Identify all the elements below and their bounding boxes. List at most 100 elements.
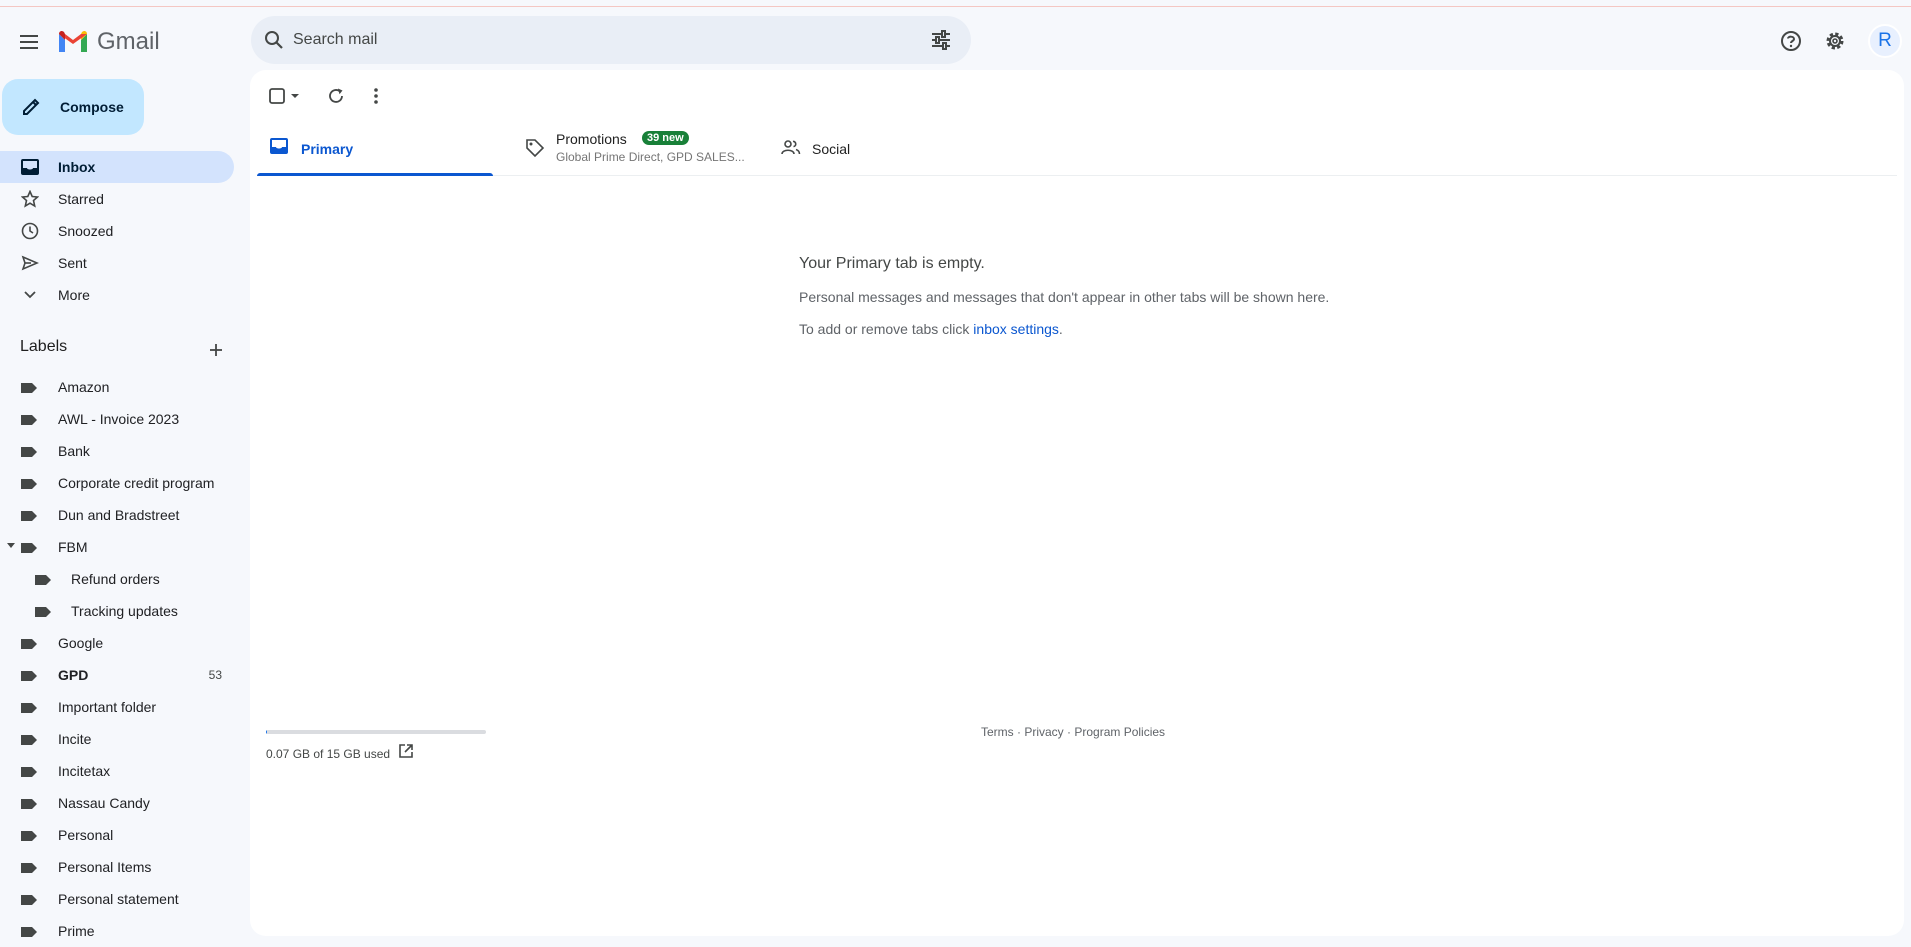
sidebar-label-personal[interactable]: Personal: [0, 819, 234, 851]
sidebar-label-dun-and-bradstreet[interactable]: Dun and Bradstreet: [0, 499, 234, 531]
pencil-icon: [23, 98, 40, 115]
avatar[interactable]: R: [1868, 24, 1902, 58]
refresh-icon[interactable]: [324, 84, 348, 108]
sidebar-item-label: Snoozed: [58, 223, 114, 239]
sidebar-label-fbm[interactable]: FBM: [0, 531, 234, 563]
empty-state: Your Primary tab is empty. Personal mess…: [799, 255, 1329, 353]
category-tabs: Primary Promotions 39 new Global Prime D…: [257, 120, 1897, 176]
compose-button[interactable]: Compose: [2, 79, 144, 135]
sidebar-label-text: Tracking updates: [71, 603, 178, 619]
sidebar-item-inbox[interactable]: Inbox: [0, 151, 234, 183]
privacy-link[interactable]: Privacy: [1024, 725, 1063, 739]
expand-caret-icon[interactable]: [7, 543, 15, 548]
program-policies-link[interactable]: Program Policies: [1074, 725, 1165, 739]
star-icon: [20, 189, 40, 209]
search-icon[interactable]: [262, 28, 286, 52]
help-icon[interactable]: [1776, 26, 1806, 56]
menu-icon[interactable]: [14, 26, 46, 58]
tab-label: Primary: [301, 141, 354, 157]
gmail-logo[interactable]: Gmail: [57, 28, 160, 56]
empty-settings-hint: To add or remove tabs click inbox settin…: [799, 321, 1329, 337]
sidebar-item-sent[interactable]: Sent: [0, 247, 234, 279]
sidebar-label-text: Nassau Candy: [58, 795, 150, 811]
checkbox-icon: [269, 88, 299, 104]
search-input[interactable]: [293, 28, 893, 52]
sidebar-label-incitetax[interactable]: Incitetax: [0, 755, 234, 787]
send-icon: [20, 253, 40, 273]
label-icon: [20, 669, 38, 681]
tab-social[interactable]: Social: [768, 120, 1004, 176]
chevron-down-icon: [20, 285, 40, 305]
people-icon: [781, 138, 801, 158]
sidebar-item-starred[interactable]: Starred: [0, 183, 234, 215]
label-icon: [20, 509, 38, 521]
sidebar-label-corporate-credit-program[interactable]: Corporate credit program: [0, 467, 234, 499]
sidebar-label-text: Personal statement: [58, 891, 179, 907]
label-icon: [20, 701, 38, 713]
footer-links: Terms · Privacy · Program Policies: [981, 725, 1165, 739]
sidebar-label-bank[interactable]: Bank: [0, 435, 234, 467]
label-icon: [20, 829, 38, 841]
terms-link[interactable]: Terms: [981, 725, 1014, 739]
empty-heading: Your Primary tab is empty.: [799, 255, 985, 272]
inbox-icon: [20, 157, 40, 177]
inbox-settings-link[interactable]: inbox settings: [973, 321, 1059, 337]
tag-icon: [525, 138, 545, 158]
storage-fill: [266, 730, 268, 734]
sidebar-item-label: Sent: [58, 255, 87, 271]
sidebar-label-incite[interactable]: Incite: [0, 723, 234, 755]
sidebar-item-more[interactable]: More: [0, 279, 234, 311]
tab-promotions[interactable]: Promotions 39 new Global Prime Direct, G…: [512, 120, 748, 176]
tune-icon[interactable]: [929, 28, 953, 52]
more-vert-icon[interactable]: [364, 84, 388, 108]
hint-prefix: To add or remove tabs click: [799, 321, 974, 337]
sidebar-label-text: Corporate credit program: [58, 475, 215, 491]
sidebar-label-refund-orders[interactable]: Refund orders: [0, 563, 234, 595]
settings-icon[interactable]: [1820, 26, 1850, 56]
sidebar-label-awl-invoice-2023[interactable]: AWL - Invoice 2023: [0, 403, 234, 435]
sidebar-label-text: Important folder: [58, 699, 157, 715]
tab-label: Promotions: [556, 131, 627, 147]
label-icon: [20, 733, 38, 745]
separator: ·: [1063, 725, 1075, 739]
tab-senders-snippet: Global Prime Direct, GPD SALES...: [556, 150, 745, 164]
tab-label: Social: [812, 141, 851, 157]
sidebar-label-text: Personal: [58, 827, 114, 843]
label-icon: [34, 605, 52, 617]
label-icon: [20, 445, 38, 457]
sidebar-label-text: Personal Items: [58, 859, 152, 875]
sidebar-label-text: Incite: [58, 731, 92, 747]
sidebar-label-google[interactable]: Google: [0, 627, 234, 659]
sidebar-label-text: Amazon: [58, 379, 110, 395]
top-border-line: [0, 6, 1911, 7]
sidebar-item-snoozed[interactable]: Snoozed: [0, 215, 234, 247]
sidebar-label-text: GPD: [58, 667, 89, 683]
sidebar-item-label: Starred: [58, 191, 104, 207]
open-in-new-icon[interactable]: [398, 743, 416, 761]
sidebar-label-text: Bank: [58, 443, 90, 459]
add-label-icon[interactable]: [204, 338, 228, 362]
sidebar-label-nassau-candy[interactable]: Nassau Candy: [0, 787, 234, 819]
sidebar-label-prime[interactable]: Prime: [0, 915, 234, 947]
label-icon: [20, 797, 38, 809]
unread-count: 53: [208, 668, 222, 682]
label-icon: [20, 413, 38, 425]
sidebar-label-gpd[interactable]: GPD 53: [0, 659, 234, 691]
label-icon: [20, 925, 38, 937]
search-bar[interactable]: [251, 16, 971, 64]
sidebar-label-text: AWL - Invoice 2023: [58, 411, 180, 427]
sidebar-label-amazon[interactable]: Amazon: [0, 371, 234, 403]
sidebar-label-important-folder[interactable]: Important folder: [0, 691, 234, 723]
sidebar-label-personal-items[interactable]: Personal Items: [0, 851, 234, 883]
main-panel: Primary Promotions 39 new Global Prime D…: [250, 70, 1904, 936]
hint-suffix: .: [1058, 321, 1063, 337]
storage-bar: [266, 730, 486, 734]
sidebar-label-tracking-updates[interactable]: Tracking updates: [0, 595, 234, 627]
label-icon: [20, 765, 38, 777]
label-icon: [34, 573, 52, 585]
sidebar-label-text: Prime: [58, 923, 95, 939]
sidebar-label-personal-statement[interactable]: Personal statement: [0, 883, 234, 915]
header: Gmail R: [0, 8, 1911, 70]
select-checkbox[interactable]: [268, 84, 302, 108]
tab-primary[interactable]: Primary: [257, 120, 493, 176]
